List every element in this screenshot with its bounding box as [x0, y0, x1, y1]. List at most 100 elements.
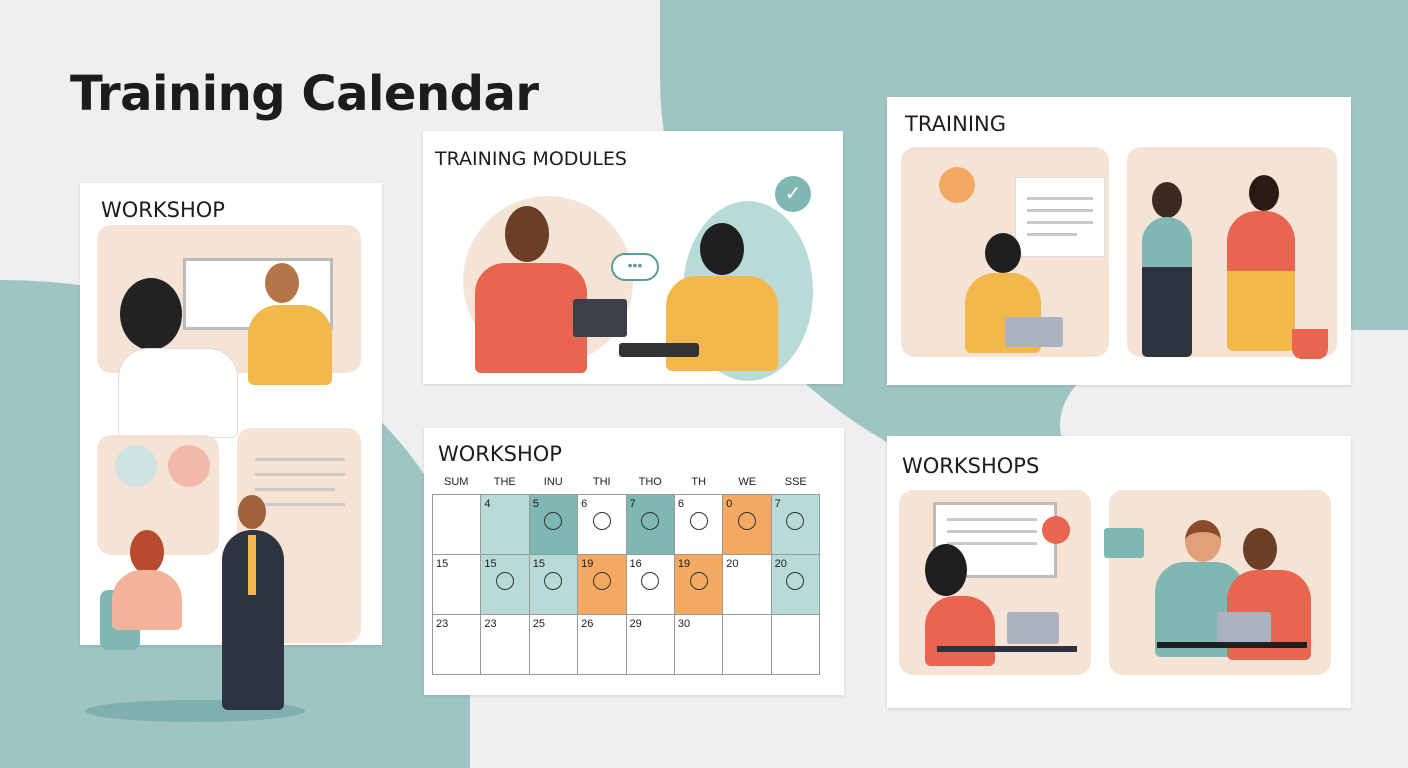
event-icon [641, 572, 660, 590]
calendar-day-cell[interactable] [433, 495, 482, 555]
day-number: 0 [726, 498, 733, 510]
chat-bubble-icon [1104, 528, 1144, 558]
person-man-head [505, 206, 549, 262]
document [1015, 177, 1105, 257]
calendar-day-cell[interactable]: 19 [674, 555, 724, 615]
calendar-day-cell[interactable]: 26 [578, 615, 627, 675]
check-icon: ✓ [775, 176, 811, 212]
laptop [1005, 317, 1063, 347]
event-icon [786, 572, 805, 590]
calendar-header: SUM THE INU THI THO TH WE SSE [432, 476, 820, 494]
person-body [1227, 211, 1295, 351]
person-man-body [475, 263, 587, 373]
tie [248, 535, 256, 595]
day-number: 26 [581, 618, 594, 630]
person-woman-head [130, 530, 164, 574]
day-number: 6 [581, 498, 588, 510]
person-head [1152, 182, 1182, 218]
day-number: 29 [629, 618, 642, 630]
speech-bubble-icon: ••• [611, 253, 659, 281]
calendar-day-cell[interactable]: 15 [529, 555, 579, 615]
calendar-day-cell[interactable]: 0 [723, 495, 772, 555]
avatar-icon [168, 445, 210, 487]
training-modules-card[interactable]: TRAINING MODULES ✓ ••• [423, 131, 843, 384]
event-icon [641, 512, 660, 530]
calendar-day-cell[interactable]: 20 [771, 555, 820, 615]
person-body [248, 305, 332, 385]
card-title: TRAINING MODULES [435, 148, 627, 170]
card-title: WORKSHOPS [902, 454, 1040, 478]
calendar-day-cell[interactable]: 25 [529, 615, 579, 675]
day-number: 23 [484, 618, 497, 630]
event-icon [786, 512, 805, 530]
weekday-label: WE [738, 476, 757, 488]
person-head [985, 233, 1021, 273]
person-head [1249, 175, 1279, 211]
event-icon [544, 572, 563, 590]
person-body [925, 596, 995, 666]
calendar-day-cell[interactable]: 16 [626, 555, 675, 615]
weekday-label: THE [493, 476, 516, 488]
day-number: 4 [484, 498, 491, 510]
idea-balloon-icon [939, 167, 975, 203]
calendar-grid: SUM THE INU THI THO TH WE SSE 4 5 6 7 6 0 7 15 15 15 19 16… [432, 476, 820, 675]
laptop [1217, 612, 1271, 644]
day-number: 20 [726, 558, 739, 570]
notebook [619, 343, 699, 357]
calendar-day-cell[interactable]: 15 [481, 555, 530, 615]
calendar-day-cell[interactable]: 15 [433, 555, 482, 615]
event-icon [496, 572, 515, 590]
day-number: 15 [436, 558, 449, 570]
calendar-day-cell[interactable]: 7 [626, 495, 675, 555]
calendar-day-cell[interactable]: 6 [578, 495, 627, 555]
person-body [1142, 217, 1192, 357]
calendar-day-cell[interactable]: 23 [481, 615, 530, 675]
event-icon [592, 512, 611, 530]
workshops-card[interactable]: WORKSHOPS [887, 436, 1351, 708]
desk [1157, 642, 1307, 648]
day-number: 25 [532, 618, 545, 630]
calendar-day-cell[interactable]: 29 [626, 615, 675, 675]
calendar-day-cell[interactable]: 19 [578, 555, 627, 615]
day-number: 5 [532, 498, 539, 510]
person-head [265, 263, 299, 303]
calendar-day-cell[interactable]: 6 [674, 495, 724, 555]
calendar-day-cell[interactable]: 5 [529, 495, 579, 555]
person-head [925, 544, 967, 596]
day-number: 23 [436, 618, 449, 630]
avatar-icon [115, 445, 157, 487]
plant-pot [1292, 329, 1328, 359]
card-title: WORKSHOP [438, 442, 562, 466]
person-body [118, 348, 238, 438]
page-title: Training Calendar [70, 66, 539, 122]
weekday-label: SUM [444, 476, 469, 488]
person-man-head [238, 495, 266, 529]
card-title: TRAINING [905, 112, 1007, 136]
calendar-day-cell[interactable] [723, 615, 772, 675]
calendar-day-cell[interactable]: 4 [481, 495, 530, 555]
event-icon [592, 572, 611, 590]
day-number: 16 [629, 558, 642, 570]
day-number: 15 [484, 558, 497, 570]
red-dot [1042, 516, 1070, 544]
person-head [1185, 520, 1221, 562]
day-number: 19 [677, 558, 691, 570]
event-icon [544, 512, 563, 530]
calendar-day-cell[interactable]: 20 [723, 555, 772, 615]
day-number: 15 [532, 558, 545, 570]
day-number: 7 [774, 498, 781, 510]
calendar-body: 4 5 6 7 6 0 7 15 15 15 19 16 19 20 20 23 23 25 26 29 30 [432, 494, 820, 675]
laptop [1007, 612, 1059, 644]
calendar-day-cell[interactable]: 7 [771, 495, 820, 555]
calendar-day-cell[interactable]: 23 [433, 615, 482, 675]
calendar-day-cell[interactable]: 30 [674, 615, 724, 675]
laptop [573, 299, 627, 337]
event-icon [737, 512, 756, 530]
day-number: 19 [581, 558, 594, 570]
person-woman-body [112, 570, 182, 630]
card-title: WORKSHOP [101, 198, 225, 222]
day-number: 7 [629, 498, 636, 510]
training-card[interactable]: TRAINING [887, 97, 1351, 385]
person-woman-head [700, 223, 744, 275]
calendar-day-cell[interactable] [771, 615, 820, 675]
